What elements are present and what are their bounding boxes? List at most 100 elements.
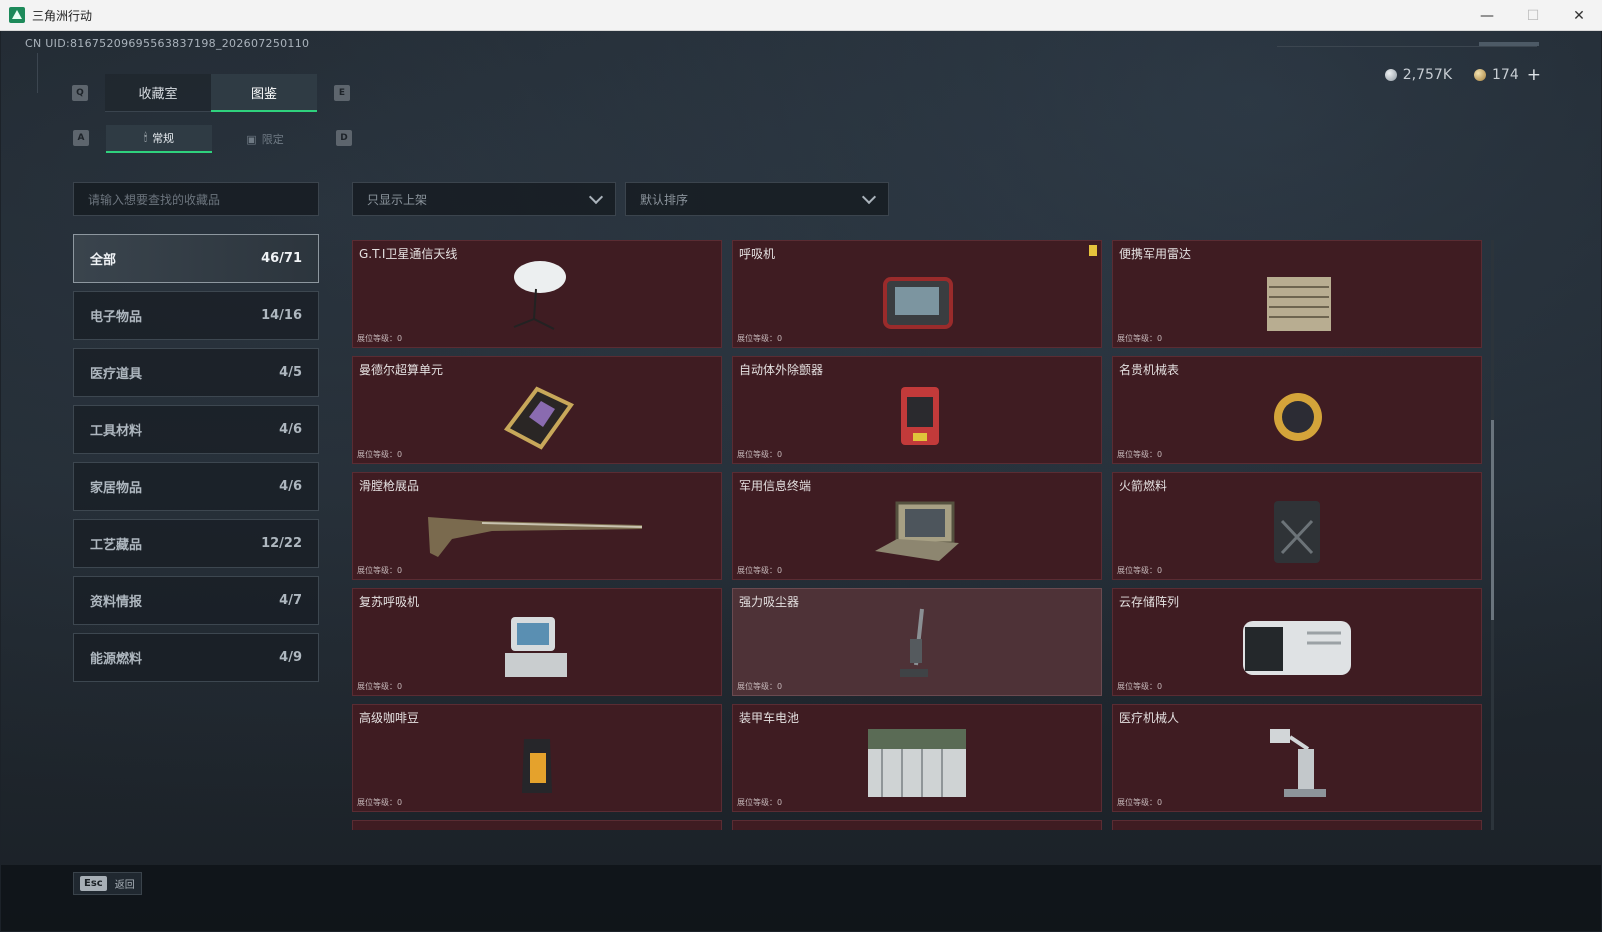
item-card[interactable]: 军用信息终端 展位等级：0 bbox=[732, 472, 1102, 580]
scrollbar-thumb[interactable] bbox=[1491, 420, 1494, 620]
category-count: 4/6 bbox=[279, 422, 302, 437]
item-card[interactable] bbox=[352, 820, 722, 830]
category-label: 电子物品 bbox=[90, 310, 143, 325]
category-count: 4/9 bbox=[279, 650, 302, 665]
category-count: 14/16 bbox=[261, 308, 302, 323]
item-level: 展位等级：0 bbox=[737, 334, 783, 343]
minimize-button[interactable]: — bbox=[1464, 0, 1510, 31]
subtab-limited[interactable]: ▣ 限定 bbox=[212, 125, 318, 153]
category-all[interactable]: 全部 46/71 bbox=[73, 234, 319, 283]
decor-line bbox=[1277, 46, 1537, 47]
category-intel[interactable]: 资料情报 4/7 bbox=[73, 576, 319, 625]
item-name: 高级咖啡豆 bbox=[359, 711, 420, 725]
item-level: 展位等级：0 bbox=[357, 798, 403, 807]
category-medical[interactable]: 医疗道具 4/5 bbox=[73, 348, 319, 397]
item-level: 展位等级：0 bbox=[357, 682, 403, 691]
defibrillator-icon bbox=[901, 387, 939, 445]
category-label: 能源燃料 bbox=[90, 652, 143, 667]
add-currency-button[interactable]: + bbox=[1527, 65, 1541, 85]
battery-icon bbox=[868, 729, 966, 797]
item-card[interactable]: 云存储阵列 展位等级：0 bbox=[1112, 588, 1482, 696]
category-energy[interactable]: 能源燃料 4/9 bbox=[73, 633, 319, 682]
back-label: 返回 bbox=[114, 880, 135, 891]
esc-key-icon: Esc bbox=[80, 876, 107, 891]
item-level: 展位等级：0 bbox=[1117, 682, 1163, 691]
tab-collection-room[interactable]: 收藏室 bbox=[105, 74, 211, 112]
footer-bar bbox=[1, 865, 1601, 931]
item-level: 展位等级：0 bbox=[737, 566, 783, 575]
hotkey-d: D bbox=[336, 130, 352, 146]
currency-value: 174 bbox=[1492, 67, 1519, 83]
resuscitator-icon bbox=[505, 617, 567, 677]
hotkey-e: E bbox=[334, 85, 350, 101]
coffee-bag-icon bbox=[522, 739, 552, 793]
category-count: 4/6 bbox=[279, 479, 302, 494]
item-card[interactable]: 装甲车电池 展位等级：0 bbox=[732, 704, 1102, 812]
item-card[interactable]: 医疗机械人 展位等级：0 bbox=[1112, 704, 1482, 812]
musket-icon bbox=[428, 517, 643, 557]
category-label: 医疗道具 bbox=[90, 367, 143, 382]
item-card[interactable]: 曼德尔超算单元 展位等级：0 bbox=[352, 356, 722, 464]
item-card[interactable]: 强力吸尘器 展位等级：0 bbox=[732, 588, 1102, 696]
hotkey-a: A bbox=[73, 130, 89, 146]
item-card[interactable]: 名贵机械表 展位等级：0 bbox=[1112, 356, 1482, 464]
close-button[interactable]: ✕ bbox=[1556, 0, 1602, 31]
item-card[interactable]: 便携军用雷达 展位等级：0 bbox=[1112, 240, 1482, 348]
grid-scrollbar[interactable] bbox=[1491, 240, 1494, 830]
item-card[interactable]: 自动体外除颤器 展位等级：0 bbox=[732, 356, 1102, 464]
item-card[interactable]: 滑膛枪展品 展位等级：0 bbox=[352, 472, 722, 580]
window-title: 三角洲行动 bbox=[32, 8, 93, 23]
category-electronics[interactable]: 电子物品 14/16 bbox=[73, 291, 319, 340]
item-card[interactable]: 复苏呼吸机 展位等级：0 bbox=[352, 588, 722, 696]
hotkey-q: Q bbox=[72, 85, 88, 101]
back-button[interactable]: Esc 返回 bbox=[73, 872, 142, 895]
category-crafts[interactable]: 工艺藏品 12/22 bbox=[73, 519, 319, 568]
watch-icon bbox=[1274, 393, 1322, 441]
sort-dropdown[interactable]: 默认排序 bbox=[625, 182, 889, 216]
item-name: 便携军用雷达 bbox=[1119, 247, 1192, 261]
item-level: 展位等级：0 bbox=[357, 566, 403, 575]
app-logo-icon bbox=[9, 7, 25, 23]
item-name: 装甲车电池 bbox=[739, 711, 800, 725]
storage-array-icon bbox=[1243, 621, 1351, 675]
dropdown-value: 默认排序 bbox=[640, 192, 689, 207]
maximize-button[interactable]: ☐ bbox=[1510, 0, 1556, 31]
subtab-regular[interactable]: 🕯 常规 bbox=[106, 125, 212, 153]
category-count: 4/7 bbox=[279, 593, 302, 608]
item-name: 复苏呼吸机 bbox=[359, 595, 420, 609]
chevron-down-icon bbox=[588, 189, 604, 204]
item-level: 展位等级：0 bbox=[1117, 450, 1163, 459]
subtab-label: 限定 bbox=[261, 133, 284, 146]
supercomputer-chip-icon bbox=[503, 386, 575, 450]
item-card[interactable]: G.T.I卫星通信天线 展位等级：0 bbox=[352, 240, 722, 348]
item-level: 展位等级：0 bbox=[357, 334, 403, 343]
category-household[interactable]: 家居物品 4/6 bbox=[73, 462, 319, 511]
item-name: 自动体外除颤器 bbox=[739, 363, 824, 377]
decor-line bbox=[37, 53, 38, 93]
item-card[interactable]: 呼吸机 展位等级：0 bbox=[732, 240, 1102, 348]
item-card[interactable] bbox=[1112, 820, 1482, 830]
item-name: 滑膛枪展品 bbox=[359, 479, 420, 493]
category-label: 全部 bbox=[90, 253, 117, 268]
image-icon: ▣ bbox=[246, 132, 257, 146]
chevron-down-icon bbox=[861, 189, 877, 204]
search-input[interactable]: 请输入想要查找的收藏品 bbox=[73, 182, 319, 216]
subtab-label: 常规 bbox=[152, 132, 175, 145]
item-card[interactable] bbox=[732, 820, 1102, 830]
search-placeholder: 请输入想要查找的收藏品 bbox=[88, 192, 221, 207]
item-grid: G.T.I卫星通信天线 展位等级：0 呼吸机 展位等级：0 便携军用雷达 展位等… bbox=[352, 240, 1492, 830]
item-name: 云存储阵列 bbox=[1119, 595, 1180, 609]
currency-panel: 2,757K 174 + bbox=[1384, 65, 1541, 85]
item-level: 展位等级：0 bbox=[1117, 566, 1163, 575]
item-level: 展位等级：0 bbox=[357, 450, 403, 459]
item-card[interactable]: 火箭燃料 展位等级：0 bbox=[1112, 472, 1482, 580]
item-level: 展位等级：0 bbox=[737, 450, 783, 459]
item-card[interactable]: 高级咖啡豆 展位等级：0 bbox=[352, 704, 722, 812]
category-count: 46/71 bbox=[261, 251, 302, 266]
gold-coin-icon bbox=[1474, 69, 1487, 81]
tab-catalog[interactable]: 图鉴 bbox=[211, 74, 317, 112]
category-count: 12/22 bbox=[261, 536, 302, 551]
category-label: 工艺藏品 bbox=[90, 538, 143, 553]
category-tools[interactable]: 工具材料 4/6 bbox=[73, 405, 319, 454]
shelf-filter-dropdown[interactable]: 只显示上架 bbox=[352, 182, 616, 216]
